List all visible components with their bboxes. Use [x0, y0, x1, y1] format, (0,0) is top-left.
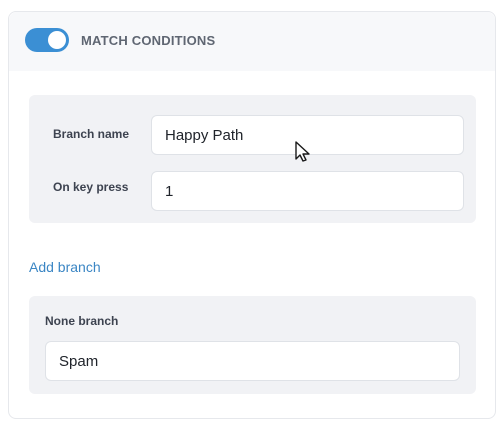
toggle-knob [48, 31, 66, 49]
none-branch-panel: None branch [29, 296, 476, 394]
section-title: MATCH CONDITIONS [81, 33, 216, 48]
key-press-input[interactable] [151, 171, 464, 211]
branch-panel: Branch name On key press [29, 95, 476, 223]
branch-name-label: Branch name [53, 127, 130, 141]
card-header: MATCH CONDITIONS [9, 12, 495, 71]
match-conditions-card: MATCH CONDITIONS Branch name On key pres… [8, 11, 496, 419]
match-conditions-toggle[interactable] [25, 28, 69, 52]
add-branch-link[interactable]: Add branch [29, 259, 101, 275]
none-branch-label: None branch [45, 314, 119, 328]
key-press-label: On key press [53, 180, 129, 194]
none-branch-input[interactable] [45, 341, 460, 381]
branch-name-input[interactable] [151, 115, 464, 155]
